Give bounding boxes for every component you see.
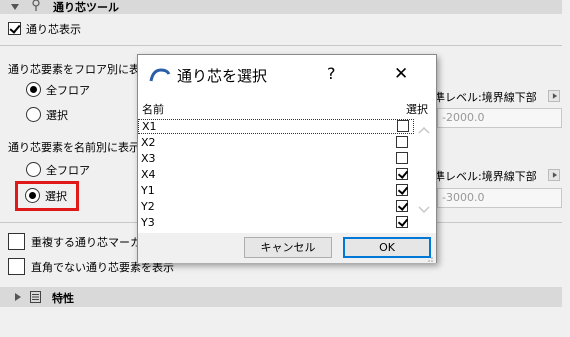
grid-name: X2	[141, 136, 156, 149]
tool-header[interactable]: 通り芯ツール	[0, 0, 562, 14]
properties-header[interactable]: 特性	[0, 287, 562, 307]
dialog-title: 通り芯を選択	[177, 67, 268, 85]
name-all-label: 全フロア	[46, 164, 90, 177]
select-grid-dialog: 通り芯を選択 ? ✕ 名前 選択 X1 X2 X3 X4 Y1 Y2 Y3 キャ…	[137, 54, 437, 263]
grid-app-icon	[149, 68, 171, 82]
grid-name: X1	[142, 120, 157, 133]
ref-level-input[interactable]: -3000.0	[437, 188, 562, 208]
grid-name: X4	[141, 168, 156, 181]
close-button[interactable]: ✕	[394, 64, 408, 84]
list-item[interactable]: Y3	[138, 215, 414, 230]
row-checkbox[interactable]	[396, 216, 408, 228]
floor-section-label: 通り芯要素をフロア別に表示	[8, 63, 151, 76]
list-item[interactable]: X2	[138, 135, 414, 150]
overlap-marker-checkbox[interactable]	[8, 233, 25, 250]
row-checkbox[interactable]	[396, 152, 408, 164]
row-checkbox[interactable]	[396, 200, 408, 212]
properties-list-icon	[30, 291, 41, 303]
grid-name: Y3	[141, 216, 155, 229]
row-checkbox[interactable]	[396, 168, 408, 180]
floor-select-radio[interactable]	[26, 107, 41, 122]
properties-header-label: 特性	[52, 292, 74, 305]
cancel-button[interactable]: キャンセル	[244, 237, 332, 258]
overlap-marker-label: 重複する通り芯マーカー	[31, 236, 152, 249]
separator	[0, 45, 562, 46]
resize-grip-icon[interactable]	[425, 254, 433, 262]
grid-display-checkbox[interactable]	[8, 22, 21, 35]
row-checkbox[interactable]	[397, 120, 409, 132]
row-checkbox[interactable]	[396, 136, 408, 148]
non-orthogonal-checkbox[interactable]	[8, 258, 25, 275]
grid-tool-icon	[32, 0, 40, 11]
tool-header-label: 通り芯ツール	[53, 1, 119, 14]
ref-level-label: 準レベル:境界線下部	[434, 170, 537, 183]
ref-level-label: 準レベル:境界線下部	[434, 91, 537, 104]
collapse-triangle-icon[interactable]	[11, 4, 19, 10]
grid-name: X3	[141, 152, 156, 165]
name-select-label: 選択	[45, 190, 67, 203]
floor-all-label: 全フロア	[46, 84, 90, 97]
column-header-name: 名前	[142, 103, 164, 116]
scroll-down-icon[interactable]	[418, 206, 430, 214]
grid-display-label: 通り芯表示	[26, 23, 81, 36]
list-item[interactable]: Y1	[138, 183, 414, 198]
floor-all-radio[interactable]	[26, 82, 41, 97]
grid-name: Y1	[141, 184, 155, 197]
name-all-radio[interactable]	[26, 162, 41, 177]
list-item[interactable]: Y2	[138, 199, 414, 214]
grid-name: Y2	[141, 200, 155, 213]
name-section-label: 通り芯要素を名前別に表示	[8, 141, 140, 154]
scroll-up-icon[interactable]	[418, 126, 430, 134]
list-item[interactable]: X3	[138, 151, 414, 166]
list-item[interactable]: X4	[138, 167, 414, 182]
floor-select-label: 選択	[46, 109, 68, 122]
ref-level-menu-button[interactable]	[548, 169, 560, 181]
row-checkbox[interactable]	[396, 184, 408, 196]
grid-list: X1 X2 X3 X4 Y1 Y2 Y3	[138, 118, 436, 235]
ok-button[interactable]: OK	[343, 237, 431, 258]
column-header-select: 選択	[406, 103, 428, 116]
ref-level-menu-button[interactable]	[548, 90, 560, 102]
help-button[interactable]: ?	[327, 64, 336, 83]
name-select-radio[interactable]	[25, 188, 40, 203]
list-item[interactable]: X1	[138, 119, 414, 134]
expand-triangle-icon[interactable]	[15, 293, 21, 301]
ref-level-input[interactable]: -2000.0	[437, 108, 562, 128]
